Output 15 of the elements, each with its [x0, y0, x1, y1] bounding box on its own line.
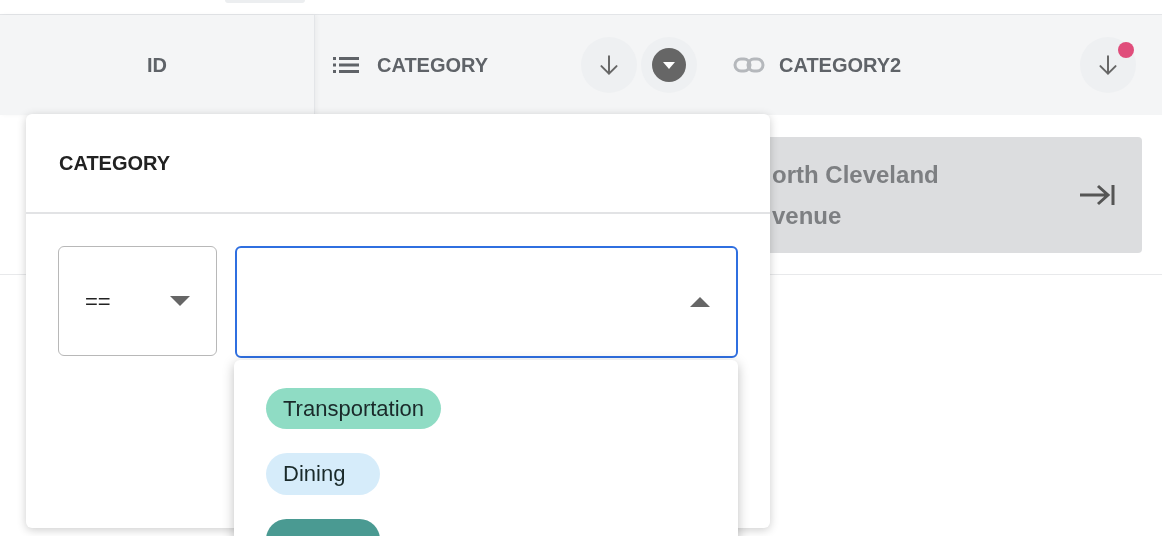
caret-down-icon: [652, 48, 686, 82]
column-header: ID: [147, 53, 167, 78]
caret-up-icon: [690, 297, 710, 307]
link-icon: [733, 56, 765, 74]
list-icon: [333, 55, 359, 75]
option-chip[interactable]: Dining: [266, 453, 380, 495]
value-select[interactable]: [235, 246, 738, 358]
column-header: CATEGORY2: [779, 53, 902, 78]
caret-down-icon: [170, 296, 190, 306]
popover-title: CATEGORY: [59, 151, 171, 176]
option-chip[interactable]: Transportation: [266, 388, 442, 430]
expand-icon: [1078, 182, 1116, 207]
cell-text: orth Cleveland venue: [772, 159, 940, 231]
column-header: CATEGORY: [377, 53, 489, 78]
operator-select[interactable]: ==: [58, 246, 217, 356]
